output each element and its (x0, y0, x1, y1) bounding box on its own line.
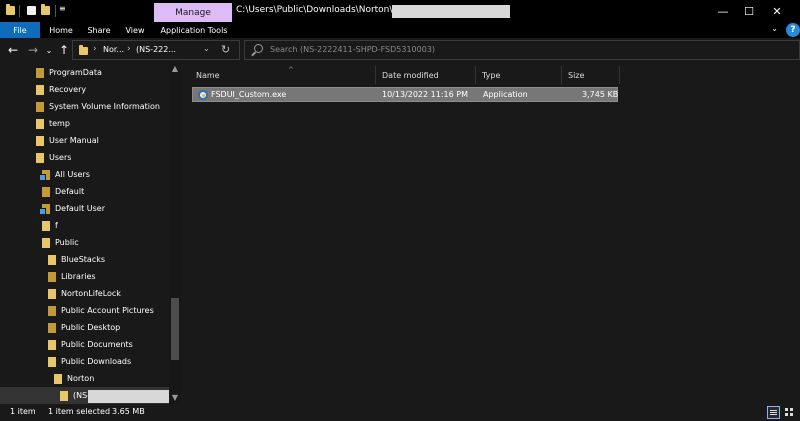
folder-icon (48, 288, 56, 299)
forward-button[interactable]: → (25, 42, 41, 58)
divider (19, 5, 20, 17)
redacted-region (88, 390, 180, 403)
column-header-size[interactable]: Size (562, 66, 620, 84)
search-input[interactable]: Search (NS-2222411-SHPD-FSD5310003) (270, 45, 435, 54)
tab-application-tools[interactable]: Application Tools (156, 22, 232, 38)
folder-icon (42, 186, 50, 197)
search-icon (254, 44, 263, 53)
file-name: FSDUI_Custom.exe (211, 90, 287, 99)
item-count: 1 item (10, 407, 36, 416)
recent-locations-button[interactable]: ⌄ (41, 42, 57, 58)
tree-item-bluestacks[interactable]: BlueStacks (48, 251, 105, 268)
tree-item-public-downloads[interactable]: Public Downloads (48, 353, 131, 370)
large-icons-view-icon[interactable] (783, 406, 796, 419)
folder-icon (48, 254, 56, 265)
navigation-pane: ProgramData Recovery System Volume Infor… (0, 62, 182, 404)
up-button[interactable]: ↑ (56, 42, 72, 58)
shortcut-folder-icon (39, 203, 50, 215)
tree-scrollbar[interactable]: ▲ ▼ (169, 62, 181, 404)
search-box[interactable]: Search (NS-2222411-SHPD-FSD5310003) (244, 40, 800, 60)
expand-ribbon-icon[interactable]: ⌄ (771, 24, 778, 33)
address-bar[interactable]: › Nor... › (NS-222... ⌄ ↻ (72, 40, 240, 60)
file-row[interactable]: FSDUI_Custom.exe 10/13/2022 11:16 PM App… (192, 87, 618, 102)
tab-share[interactable]: Share (82, 22, 116, 38)
tree-item-public-documents[interactable]: Public Documents (48, 336, 133, 353)
sort-ascending-icon: ^ (288, 66, 294, 74)
refresh-icon[interactable]: ↻ (221, 43, 230, 56)
file-list: Name ^ Date modified Type Size FSDUI_Cus… (182, 62, 800, 404)
selection-count: 1 item selected (48, 407, 111, 416)
title-bar: ≡ Manage C:\Users\Public\Downloads\Norto… (0, 0, 800, 22)
folder-icon (36, 135, 44, 146)
scroll-down-icon[interactable]: ▼ (169, 393, 181, 402)
tree-item-temp[interactable]: temp (36, 115, 70, 132)
folder-icon (60, 390, 68, 401)
folder-icon (79, 45, 88, 55)
tree-item-f[interactable]: f (42, 217, 58, 234)
tab-view[interactable]: View (120, 22, 150, 38)
tree-item-default-user[interactable]: Default User (39, 200, 105, 217)
tab-file[interactable]: File (0, 22, 40, 38)
help-icon[interactable]: ? (786, 23, 800, 37)
breadcrumb-separator[interactable]: › (93, 44, 97, 54)
file-size: 3,745 KB (582, 90, 619, 99)
application-icon (198, 90, 208, 100)
folder-icon (48, 322, 56, 333)
folder-icon (48, 356, 56, 367)
back-button[interactable]: ← (5, 42, 21, 58)
folder-icon (48, 271, 56, 282)
breadcrumb-norton[interactable]: Nor... (103, 45, 124, 54)
tree-item-norton[interactable]: Norton (54, 370, 94, 387)
tree-item-public-account-pictures[interactable]: Public Account Pictures (48, 302, 154, 319)
column-header-type[interactable]: Type (476, 66, 562, 84)
folder-icon (36, 67, 44, 78)
tree-item-users[interactable]: Users (36, 149, 71, 166)
tree-item-all-users[interactable]: All Users (39, 166, 90, 183)
tree-item-programdata[interactable]: ProgramData (36, 64, 102, 81)
divider (55, 5, 56, 17)
column-header-date-modified[interactable]: Date modified (376, 66, 476, 84)
folder-icon (36, 118, 44, 129)
close-button[interactable]: ✕ (754, 0, 800, 22)
tab-home[interactable]: Home (44, 22, 78, 38)
properties-icon[interactable] (27, 6, 36, 15)
folder-icon (36, 152, 44, 163)
scroll-up-icon[interactable]: ▲ (169, 64, 181, 73)
folder-icon (48, 305, 56, 316)
window-title: C:\Users\Public\Downloads\Norton\(NS- (236, 5, 412, 15)
breadcrumb-ns-folder[interactable]: (NS-222... (136, 45, 176, 54)
tree-item-user-manual[interactable]: User Manual (36, 132, 99, 149)
folder-icon (42, 237, 50, 248)
breadcrumb-separator[interactable]: › (127, 44, 131, 54)
navigation-bar: ← → ⌄ ↑ › Nor... › (NS-222... ⌄ ↻ Search… (0, 38, 800, 62)
folder-icon (36, 84, 44, 95)
file-type: Application (483, 90, 528, 99)
tree-item-system-volume-information[interactable]: System Volume Information (36, 98, 160, 115)
folder-icon (36, 101, 44, 112)
tree-item-public[interactable]: Public (42, 234, 79, 251)
tree-item-nortonlifelock[interactable]: NortonLifeLock (48, 285, 121, 302)
details-view-icon[interactable] (767, 406, 780, 419)
column-header-name[interactable]: Name ^ (190, 66, 376, 84)
ribbon-tabs: File Home Share View Application Tools ⌄… (0, 22, 800, 38)
tree-item-libraries[interactable]: Libraries (48, 268, 96, 285)
tree-item-public-desktop[interactable]: Public Desktop (48, 319, 120, 336)
new-folder-icon[interactable] (41, 4, 50, 15)
customize-quick-access-icon[interactable]: ≡ (59, 4, 68, 13)
file-date-modified: 10/13/2022 11:16 PM (382, 90, 468, 99)
manage-tab[interactable]: Manage (154, 3, 232, 22)
status-bar: 1 item 1 item selected 3.65 MB (0, 404, 800, 421)
folder-icon (48, 339, 56, 350)
tree-item-default[interactable]: Default (42, 183, 84, 200)
folder-icon (54, 373, 62, 384)
selection-size: 3.65 MB (112, 407, 145, 416)
folder-icon (42, 220, 50, 231)
tree-item-recovery[interactable]: Recovery (36, 81, 86, 98)
shortcut-folder-icon (39, 169, 50, 181)
address-dropdown-icon[interactable]: ⌄ (203, 44, 210, 53)
scrollbar-thumb[interactable] (171, 298, 179, 360)
folder-icon (6, 4, 15, 15)
redacted-region (392, 5, 510, 18)
